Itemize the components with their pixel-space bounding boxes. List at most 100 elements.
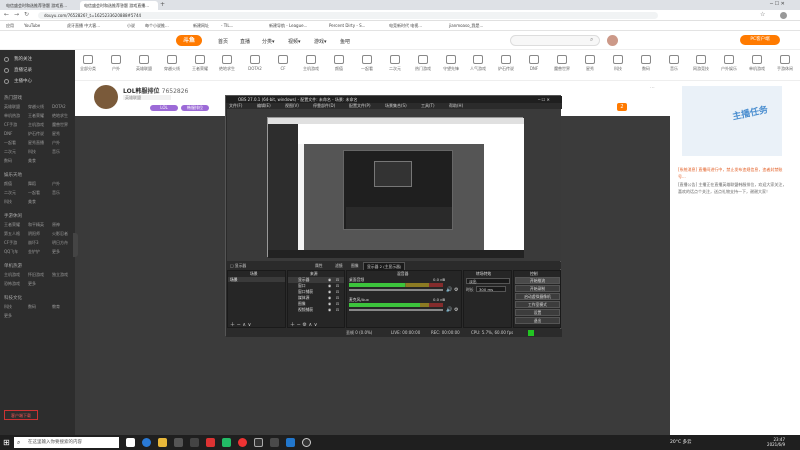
obs-volume-slider[interactable]	[349, 289, 443, 291]
category-item[interactable]: 户外	[103, 55, 129, 72]
app-icon[interactable]	[286, 438, 295, 447]
sidebar-category-link[interactable]: 舞蹈	[28, 181, 36, 187]
bookmark-item[interactable]: 新建网址	[193, 23, 209, 29]
category-item[interactable]: CF	[270, 55, 296, 71]
category-item[interactable]: 颜值	[326, 55, 352, 72]
sidebar-category-link[interactable]: 更多	[52, 249, 60, 255]
promo-banner[interactable]: 主播任务	[682, 86, 782, 156]
obs-window-controls[interactable]: ─ ☐ ✕	[538, 96, 550, 103]
obs-volume-slider[interactable]	[349, 309, 443, 311]
search-icon[interactable]: ⌕	[590, 36, 593, 44]
sidebar-category-link[interactable]: 明日方舟	[52, 240, 68, 246]
category-item[interactable]: 英雄联盟	[131, 55, 157, 72]
app-icon[interactable]	[302, 438, 311, 447]
weather-widget[interactable]: 20°C 多云	[670, 439, 692, 445]
obs-source-toolbar[interactable]: ＋ − ⚙ ∧ ∨	[290, 321, 317, 328]
sidebar-category-link[interactable]: 王者荣耀	[4, 222, 20, 228]
windows-start-icon[interactable]: ⊞	[3, 438, 10, 447]
category-item[interactable]: 王者荣耀	[187, 55, 213, 72]
sidebar-category-link[interactable]: 一起看	[28, 190, 40, 196]
sidebar-category-link[interactable]: 主机游戏	[4, 272, 20, 278]
gear-icon[interactable]: ⚙	[454, 287, 458, 293]
sidebar-category-link[interactable]: 单机热游	[4, 113, 20, 119]
streamer-avatar[interactable]	[94, 85, 118, 109]
sidebar-category-link[interactable]: 户外	[52, 140, 60, 146]
store-icon[interactable]	[174, 438, 183, 447]
taskbar-search-input[interactable]: 在这里输入你要搜索的内容	[14, 437, 119, 448]
sidebar-download-button[interactable]: 客户端下载	[4, 410, 38, 420]
app-icon[interactable]	[206, 438, 215, 447]
nav-live[interactable]: 直播	[240, 38, 250, 45]
sidebar-category-link[interactable]: 音乐	[52, 149, 60, 155]
category-item[interactable]: 全部分类	[75, 55, 101, 72]
system-clock[interactable]: 23:47 2021/6/9	[755, 437, 785, 447]
speaker-icon[interactable]: 🔊	[446, 287, 452, 293]
category-item[interactable]: 一起看	[354, 55, 380, 72]
task-view-icon[interactable]	[126, 438, 135, 447]
sidebar-category-link[interactable]: 金铲铲	[28, 249, 40, 255]
profile-avatar[interactable]	[780, 12, 787, 19]
sidebar-category-link[interactable]: QQ飞车	[4, 249, 18, 255]
category-item[interactable]: 主机游戏	[298, 55, 324, 72]
category-item[interactable]: 人气游戏	[465, 55, 491, 72]
lock-icon[interactable]: ⊡	[336, 307, 339, 313]
nav-fishbar[interactable]: 鱼吧	[340, 38, 350, 45]
sidebar-category-link[interactable]: 科技	[28, 149, 36, 155]
category-item[interactable]: 数码	[633, 55, 659, 72]
sidebar-category-link[interactable]: 星秀	[52, 131, 60, 137]
category-item[interactable]: 户外娱乐	[716, 55, 742, 72]
category-item[interactable]: 穿越火线	[159, 55, 185, 72]
obs-control-button[interactable]: 开始录制	[515, 285, 560, 292]
sidebar-category-link[interactable]: DOTA2	[52, 104, 66, 109]
app-icon[interactable]	[190, 438, 199, 447]
url-input[interactable]: douyu.com/7652826?_t=1625233620888#5744	[38, 12, 658, 19]
new-tab-button[interactable]: +	[160, 1, 165, 8]
sidebar-category-link[interactable]: 王者荣耀	[28, 113, 44, 119]
sidebar-item[interactable]: 主播中心	[14, 78, 32, 84]
sidebar-category-link[interactable]: 独立游戏	[52, 272, 68, 278]
sidebar-category-link[interactable]: 数码	[28, 304, 36, 310]
sidebar-category-link[interactable]: 英雄联盟	[4, 104, 20, 110]
edge-icon[interactable]	[142, 438, 151, 447]
back-icon[interactable]: ←	[4, 11, 9, 19]
sidebar-category-link[interactable]: 第五人格	[4, 231, 20, 237]
sidebar-category-link[interactable]: 原神	[52, 222, 60, 228]
sidebar-category-link[interactable]: 更多	[4, 313, 12, 319]
file-explorer-icon[interactable]	[158, 438, 167, 447]
sidebar-category-link[interactable]: 颜值	[4, 181, 12, 187]
sidebar-category-link[interactable]: 一起看	[4, 140, 16, 146]
room-tag[interactable]: 韩服排位	[181, 105, 209, 111]
category-item[interactable]: 魔兽世界	[549, 55, 575, 72]
sidebar-category-link[interactable]: 星秀直播	[28, 140, 44, 146]
extensions-icon[interactable]: ☆	[760, 11, 765, 19]
sidebar-category-link[interactable]: 科技	[4, 199, 12, 205]
bookmark-item[interactable]: 虎牙直播 中大客...	[67, 23, 100, 29]
room-tag[interactable]: LOL	[150, 105, 178, 111]
category-item[interactable]: 炉石传说	[493, 55, 519, 72]
gear-icon[interactable]: ⚙	[454, 307, 458, 313]
sidebar-category-link[interactable]: 穿越火线	[28, 104, 44, 110]
sidebar-collapse-handle[interactable]	[73, 233, 78, 257]
nav-video[interactable]: 视频▾	[288, 38, 301, 45]
category-item[interactable]: 热门游戏	[410, 55, 436, 72]
sidebar-category-link[interactable]: 魔兽世界	[52, 122, 68, 128]
obs-scene-toolbar[interactable]: ＋ − ∧ ∨	[230, 321, 251, 328]
site-search-input[interactable]	[510, 35, 600, 46]
browser-tab[interactable]: 电信盛会时和选推荐答题 游戏直...	[2, 1, 80, 10]
sidebar-category-link[interactable]: 美食	[28, 158, 36, 164]
sidebar-category-link[interactable]: 数码	[4, 158, 12, 164]
room-category[interactable]: 英雄联盟	[123, 95, 171, 100]
sidebar-category-link[interactable]: 恐怖游戏	[4, 281, 20, 287]
category-item[interactable]: 守望先锋	[438, 55, 464, 72]
sidebar-category-link[interactable]: CF手游	[4, 240, 17, 246]
sidebar-item[interactable]: 直播记录	[14, 67, 32, 73]
bookmark-item[interactable]: 应用	[6, 23, 14, 29]
sidebar-category-link[interactable]: 怀旧游戏	[28, 272, 44, 278]
obs-filters-button[interactable]: 滤镜	[335, 262, 343, 269]
reload-icon[interactable]: ↻	[24, 11, 29, 19]
bookmark-item[interactable]: jianmoaso_我是...	[449, 23, 483, 29]
sidebar-category-link[interactable]: 二次元	[4, 149, 16, 155]
sidebar-category-link[interactable]: 美食	[28, 199, 36, 205]
sidebar-category-link[interactable]: DNF	[4, 131, 12, 136]
sidebar-category-link[interactable]: 和平精英	[28, 222, 44, 228]
